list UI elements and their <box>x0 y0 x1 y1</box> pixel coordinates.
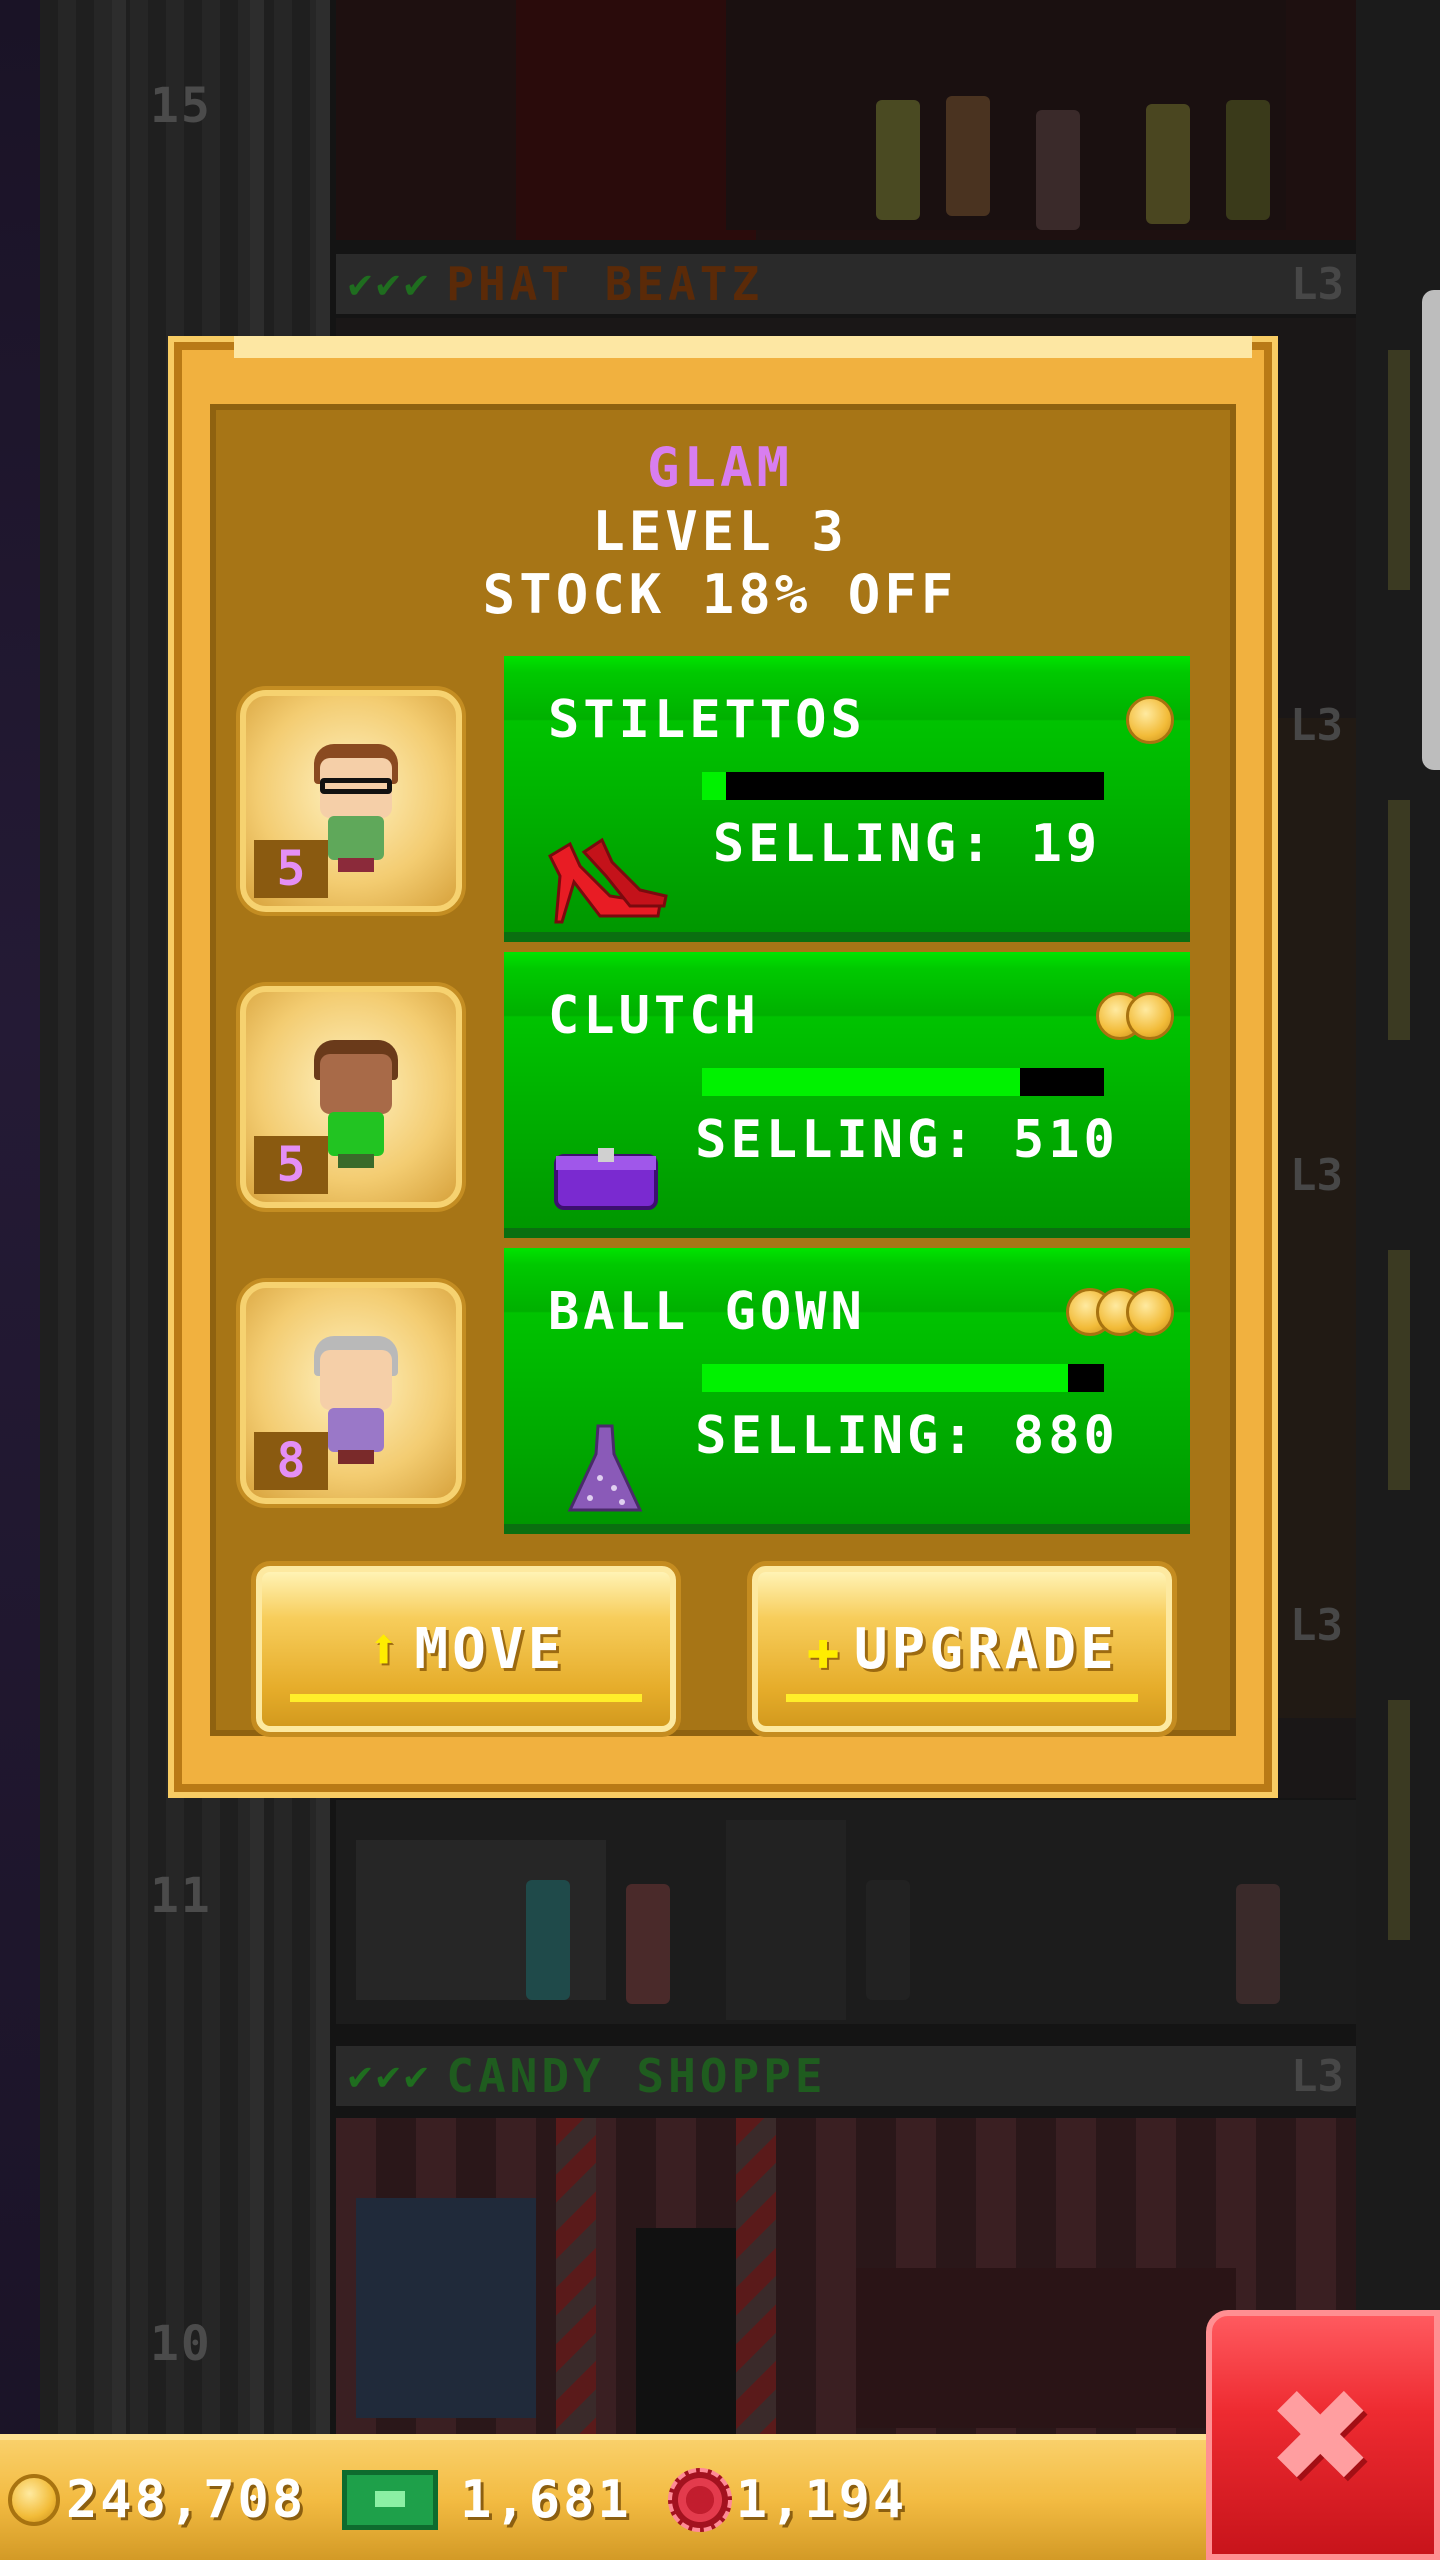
rail-slot <box>1388 1700 1410 1940</box>
ball-gown-icon <box>567 1424 643 1512</box>
visitor-figure <box>526 1880 570 2000</box>
selling-count: SELLING: 510 <box>695 1110 1119 1170</box>
chips-value: 1,194 <box>735 2470 908 2530</box>
visitor-figure <box>1226 100 1270 220</box>
bux-value: 1,681 <box>460 2470 632 2530</box>
selling-count: SELLING: 880 <box>695 1406 1119 1466</box>
floor-level: L3 <box>1291 2050 1344 2102</box>
product-price-coins <box>1066 1288 1174 1336</box>
product-name: CLUTCH <box>548 986 760 1046</box>
floor-name: CANDY SHOPPE <box>446 2049 827 2103</box>
floor-bar-candy-shoppe[interactable]: ✔✔✔ CANDY SHOPPE L3 <box>336 2046 1356 2106</box>
clutch-icon <box>554 1148 658 1210</box>
coin-icon <box>8 2474 60 2526</box>
floor-number: 10 <box>150 2316 212 2372</box>
plus-icon: ✚ <box>806 1616 840 1682</box>
product-price-coins <box>1126 696 1174 744</box>
floor-number: 15 <box>150 78 212 134</box>
bux-counter[interactable]: 1,681 <box>342 2470 632 2530</box>
coins-value: 248,708 <box>66 2470 307 2530</box>
stiletto-icon <box>548 837 668 924</box>
visitor-figure <box>626 1884 670 2004</box>
chip-icon <box>667 2468 732 2532</box>
arrow-up-icon: ⬆ <box>366 1616 401 1682</box>
stock-progress-bar <box>702 1364 1104 1392</box>
visitor-figure <box>876 100 920 220</box>
worker-skill-level: 5 <box>254 1136 328 1194</box>
side-level: L3 <box>1290 700 1343 751</box>
visitor-figure <box>1146 104 1190 224</box>
sky-edge <box>0 0 40 2560</box>
coin-icon <box>1126 696 1174 744</box>
stock-progress-bar <box>702 772 1104 800</box>
move-button[interactable]: ⬆ MOVE <box>256 1566 676 1732</box>
floor-level-label: LEVEL 3 <box>592 500 848 563</box>
close-button[interactable]: ✖ <box>1206 2310 1440 2560</box>
close-icon: ✖ <box>1271 2336 1375 2534</box>
stock-checks: ✔✔✔ <box>348 261 433 307</box>
floor-room-candy-shoppe[interactable] <box>336 2118 1356 2438</box>
selling-count: SELLING: 19 <box>712 814 1102 874</box>
visitor-figure <box>946 96 990 216</box>
stock-discount-label: STOCK 18% OFF <box>482 563 958 626</box>
product-name: BALL GOWN <box>548 1282 866 1342</box>
upgrade-button[interactable]: ✚ UPGRADE <box>752 1566 1172 1732</box>
side-level: L3 <box>1290 1600 1343 1651</box>
stock-checks: ✔✔✔ <box>348 2053 433 2099</box>
worker-skill-level: 5 <box>254 840 328 898</box>
product-ball-gown[interactable]: BALL GOWN SELLING: 880 <box>504 1248 1190 1534</box>
chips-counter[interactable]: 1,194 <box>667 2468 908 2532</box>
move-button-label: MOVE <box>414 1616 566 1682</box>
floor-level: L3 <box>1291 258 1344 310</box>
glasses-icon <box>320 778 392 794</box>
coin-icon <box>1126 1288 1174 1336</box>
dialog-highlight <box>234 336 1252 358</box>
coin-icon <box>1126 992 1174 1040</box>
floor-title: GLAM <box>646 436 794 499</box>
product-stilettos[interactable]: STILETTOS SELLING: 19 <box>504 656 1190 942</box>
floor-room-office[interactable] <box>336 1800 1356 2024</box>
visitor-figure <box>1036 110 1080 230</box>
product-name: STILETTOS <box>548 690 866 750</box>
stock-progress-bar <box>702 1068 1104 1096</box>
coins-counter[interactable]: 248,708 <box>8 2470 306 2530</box>
shaft-rail <box>112 0 126 2560</box>
worker-slot-2[interactable]: 5 <box>240 986 462 1208</box>
currency-bar: 248,708 1,681 1,194 <box>0 2434 1206 2560</box>
floor-number: 11 <box>150 1868 212 1924</box>
visitor-figure <box>1236 1884 1280 2004</box>
product-clutch[interactable]: CLUTCH SELLING: 510 <box>504 952 1190 1238</box>
worker-slot-1[interactable]: 5 <box>240 690 462 912</box>
floor-room-phat-beatz[interactable] <box>336 0 1356 240</box>
worker-slot-3[interactable]: 8 <box>240 1282 462 1504</box>
product-price-coins <box>1096 992 1174 1040</box>
floor-name: PHAT BEATZ <box>446 257 764 311</box>
visitor-figure <box>866 1880 910 2000</box>
upgrade-button-label: UPGRADE <box>853 1616 1118 1682</box>
worker-skill-level: 8 <box>254 1432 328 1490</box>
rail-slot <box>1388 1250 1410 1490</box>
rail-slot <box>1388 800 1410 1040</box>
floor-bar-phat-beatz[interactable]: ✔✔✔ PHAT BEATZ L3 <box>336 254 1356 314</box>
bux-icon <box>342 2470 439 2530</box>
side-level: L3 <box>1290 1150 1343 1201</box>
